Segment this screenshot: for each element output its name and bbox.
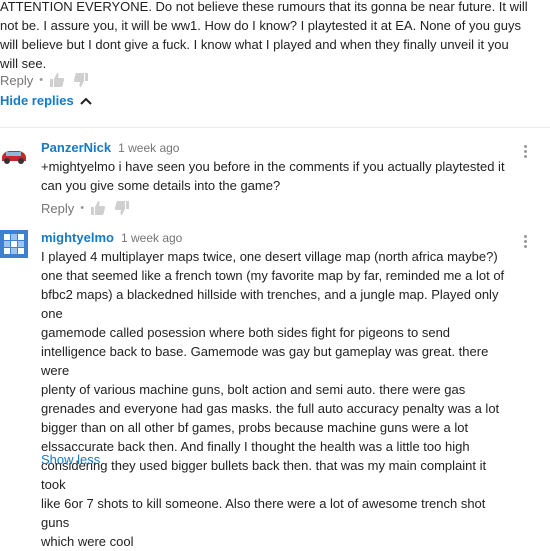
comment-line: bfbc2 maps) a blackedned hillside with t… (41, 287, 499, 321)
more-options-icon[interactable] (522, 143, 528, 160)
comment-line: one that seemed like a french town (my f… (41, 268, 505, 283)
comment-line: grenades and everyone had gas masks. the… (41, 401, 500, 416)
avatar[interactable] (0, 140, 28, 168)
reply-text: I played 4 multiplayer maps twice, one d… (41, 247, 511, 551)
separator-dot: • (39, 74, 44, 86)
comment-line: considering they used bigger bullets bac… (41, 458, 487, 492)
parent-comment-actions: Reply • (0, 70, 97, 90)
comment-line: not be. I assure you, it will be ww1. Ho… (0, 18, 521, 33)
reply-button[interactable]: Reply (0, 73, 33, 88)
chevron-up-icon (79, 97, 92, 105)
comment-line: gamemode called posession where both sid… (41, 325, 451, 340)
comment-line: elssaccurate back then. And finally I th… (41, 439, 470, 454)
comment-line: which were cool (41, 534, 134, 549)
parent-comment-text: ATTENTION EVERYONE. Do not believe these… (0, 0, 540, 73)
separator-dot: • (80, 202, 85, 214)
comment-line: like 6or 7 shots to kill someone. Also t… (41, 496, 486, 530)
hide-replies-button[interactable]: Hide replies (0, 93, 92, 108)
timestamp[interactable]: 1 week ago (118, 141, 179, 155)
comment-line: I played 4 multiplayer maps twice, one d… (41, 249, 498, 264)
thumbs-down-icon[interactable] (114, 200, 130, 216)
comment-line: ATTENTION EVERYONE. Do not believe these… (0, 0, 528, 14)
reply-button[interactable]: Reply (41, 201, 74, 216)
author-name[interactable]: mightyelmo (41, 230, 114, 245)
thumbs-down-icon[interactable] (73, 72, 89, 88)
comment-line: will believe but I dont give a fuck. I k… (0, 37, 509, 52)
comment-line: bigger than on all other bf games, probs… (41, 420, 469, 435)
reply-header: mightyelmo 1 week ago (41, 230, 182, 245)
show-less-button[interactable]: Show less (41, 452, 100, 467)
thumbs-up-icon[interactable] (49, 72, 65, 88)
reply-text: +mightyelmo i have seen you before in th… (41, 157, 511, 195)
hide-replies-label: Hide replies (0, 93, 74, 108)
comment-line: intelligence back to base. Gamemode was … (41, 344, 489, 378)
comment-line: +mightyelmo i have seen you before in th… (41, 159, 505, 174)
thumbs-up-icon[interactable] (90, 200, 106, 216)
reply-actions: Reply • (41, 198, 138, 218)
reply-comment: mightyelmo 1 week ago I played 4 multipl… (0, 230, 550, 549)
author-name[interactable]: PanzerNick (41, 140, 111, 155)
reply-comment: PanzerNick 1 week ago +mightyelmo i have… (0, 140, 550, 220)
timestamp[interactable]: 1 week ago (121, 231, 182, 245)
more-options-icon[interactable] (522, 233, 528, 250)
reply-header: PanzerNick 1 week ago (41, 140, 179, 155)
divider (0, 127, 550, 128)
comment-line: plenty of various machine guns, bolt act… (41, 382, 466, 397)
comment-line: can you give some details into the game? (41, 178, 281, 193)
avatar[interactable] (0, 230, 28, 258)
